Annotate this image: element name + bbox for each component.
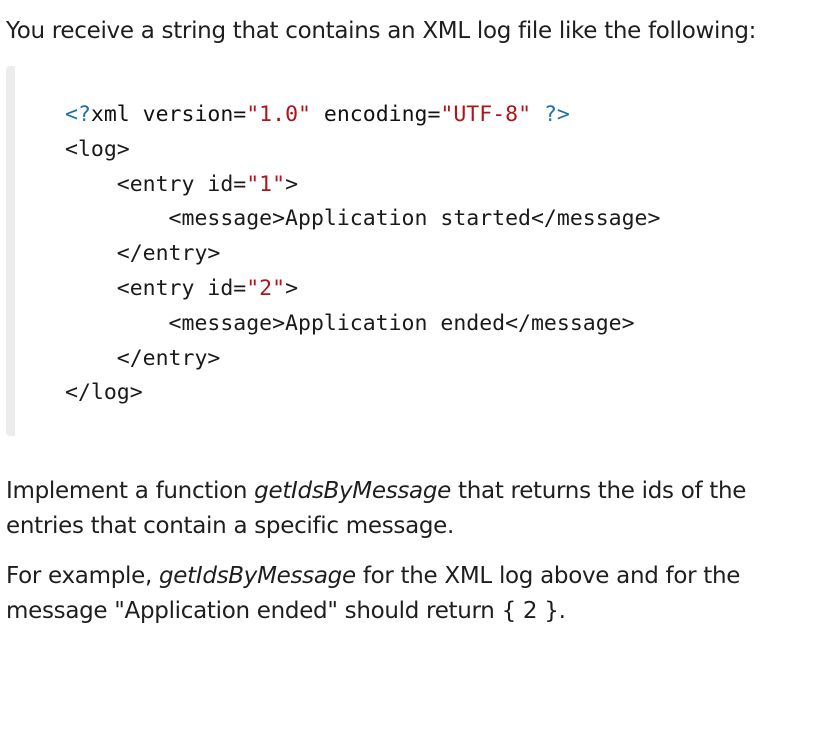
intro-paragraph: You receive a string that contains an XM… (6, 18, 757, 44)
task-paragraph: Implement a function getIdsByMessage tha… (6, 474, 806, 544)
xml-code-block: <?xml version="1.0" encoding="UTF-8" ?> <… (6, 66, 805, 436)
code-line-xml-declaration: <?xml version="1.0" encoding="UTF-8" ?> (65, 98, 660, 133)
code-listing: <?xml version="1.0" encoding="UTF-8" ?> <… (65, 98, 660, 411)
code-line-entry-1-open: <entry id="1"> (65, 168, 660, 203)
code-line-entry-2-close: </entry> (65, 345, 221, 371)
function-name: getIdsByMessage (254, 478, 452, 504)
code-line-log-open: <log> (65, 136, 130, 162)
version-string-token: "1.0" (246, 102, 311, 127)
xml-keyword-token: xml version= (90, 102, 247, 127)
encoding-string-token: "UTF-8" (440, 102, 532, 127)
code-line-entry-2-open: <entry id="2"> (65, 272, 660, 307)
entry-id-string-token: "1" (246, 171, 286, 197)
entry-tag-token: <entry id= (65, 171, 247, 197)
pi-open-token: <? (65, 102, 91, 127)
code-line-log-close: </log> (65, 380, 143, 406)
encoding-keyword-token: encoding= (310, 102, 441, 127)
pi-close-token: ?> (531, 102, 570, 127)
function-name: getIdsByMessage (158, 563, 356, 589)
entry-close-token: > (285, 171, 299, 197)
task-text-before: Implement a function (6, 478, 255, 504)
code-line-message-2: <message>Application ended</message> (65, 310, 635, 336)
entry-id-string-token: "2" (246, 275, 286, 301)
example-paragraph: For example, getIdsByMessage for the XML… (6, 559, 806, 629)
code-line-message-1: <message>Application started</message> (65, 206, 661, 232)
problem-statement: You receive a string that contains an XM… (6, 14, 806, 629)
code-line-entry-1-close: </entry> (65, 241, 221, 267)
example-text-before: For example, (6, 563, 159, 589)
entry-tag-token: <entry id= (65, 275, 247, 301)
entry-close-token: > (285, 275, 299, 301)
